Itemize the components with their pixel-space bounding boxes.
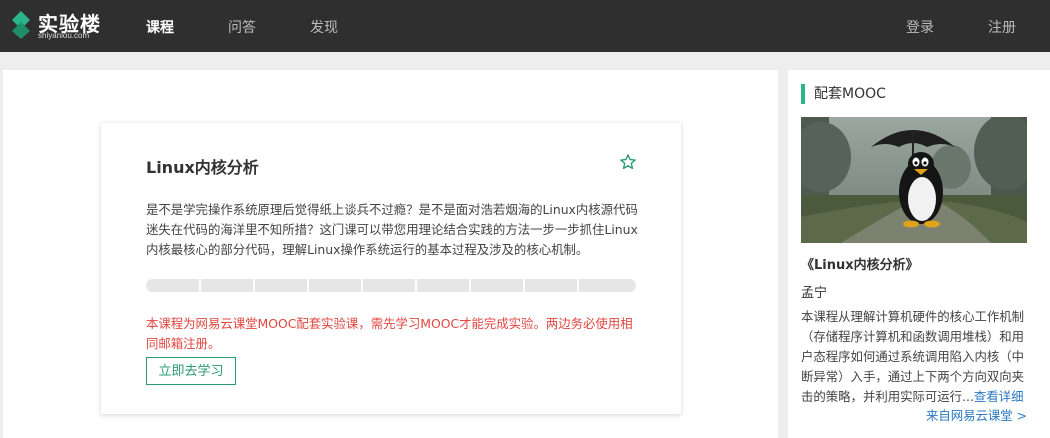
main-panel: Linux内核分析 是不是学完操作系统原理后觉得纸上谈兵不过瘾？是不是面对浩若烟… bbox=[3, 70, 778, 438]
mooc-description: 本课程从理解计算机硬件的核心工作机制（存储程序计算机和函数调用堆栈）和用户态程序… bbox=[801, 307, 1027, 407]
nav-qa[interactable]: 问答 bbox=[228, 17, 256, 37]
logo-leaf-icon bbox=[12, 11, 30, 39]
login-link[interactable]: 登录 bbox=[906, 17, 934, 37]
logo-subtext: shiyanlou.com bbox=[38, 31, 90, 40]
source-link[interactable]: 来自网易云课堂 > bbox=[926, 406, 1027, 424]
course-description: 是不是学完操作系统原理后觉得纸上谈兵不过瘾？是不是面对浩若烟海的Linux内核源… bbox=[146, 202, 638, 257]
course-cover-image[interactable] bbox=[801, 117, 1027, 243]
top-nav-bar: 实验楼 shiyanlou.com 课程 问答 发现 登录 注册 bbox=[0, 0, 1050, 52]
mooc-teacher: 孟宁 bbox=[801, 286, 828, 301]
start-learning-button[interactable]: 立即去学习 bbox=[146, 357, 236, 385]
course-notice: 本课程为网易云课堂MOOC配套实验课，需先学习MOOC才能完成实验。两边务必使用… bbox=[146, 316, 633, 351]
register-link[interactable]: 注册 bbox=[988, 17, 1016, 37]
course-title: Linux内核分析 bbox=[146, 158, 259, 177]
mooc-sidebar: 配套MOOC 《Linux内核分析》 孟宁 本课程从理解计算机硬件的核心工作机制… bbox=[788, 70, 1050, 438]
course-card: Linux内核分析 是不是学完操作系统原理后觉得纸上谈兵不过瘾？是不是面对浩若烟… bbox=[101, 123, 681, 414]
mooc-course-name: 《Linux内核分析》 bbox=[801, 258, 919, 273]
course-progress-bar bbox=[146, 279, 636, 292]
view-details-link[interactable]: 查看详细 bbox=[974, 389, 1024, 404]
site-logo[interactable]: 实验楼 shiyanlou.com bbox=[10, 8, 120, 44]
sidebar-heading: 配套MOOC bbox=[801, 84, 886, 104]
star-outline-icon[interactable] bbox=[619, 153, 637, 171]
nav-discover[interactable]: 发现 bbox=[310, 17, 338, 37]
nav-courses[interactable]: 课程 bbox=[146, 17, 174, 37]
